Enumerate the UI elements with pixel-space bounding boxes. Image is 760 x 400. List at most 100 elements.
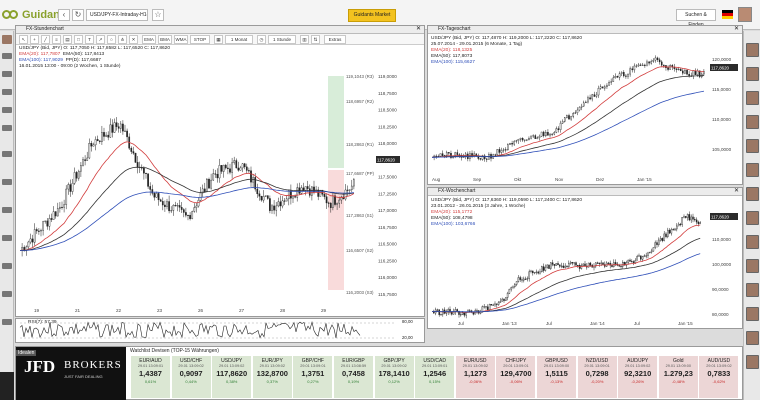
hourly-candlestick-chart[interactable]: 119,0000 118,7500 118,5000 118,2500 118,0000…	[16, 66, 424, 316]
contact-avatar[interactable]	[746, 139, 759, 153]
quote-tile[interactable]: NZD/USD 29.01 13:09:01 0,7298 -0,20%	[576, 356, 617, 398]
candle	[568, 263, 570, 267]
contact-avatar[interactable]	[746, 235, 759, 249]
user-avatar[interactable]	[738, 7, 752, 22]
quote-tile[interactable]: EUR/GBP 29.01 13:08:59 0,7458 0,19%	[333, 356, 373, 398]
candle	[629, 259, 631, 262]
briefcase-icon[interactable]	[2, 89, 12, 95]
rect-icon[interactable]: □	[74, 35, 83, 44]
candle	[528, 138, 530, 140]
contact-avatar[interactable]	[746, 211, 759, 225]
fibonacci-icon[interactable]: ▤	[63, 35, 72, 44]
stop-button[interactable]: STOP	[190, 35, 210, 44]
candle	[166, 201, 168, 207]
quote-tile[interactable]: CHF/JPY 29.01 13:09:01 129,4700 -0,06%	[495, 356, 536, 398]
close-icon[interactable]: ✕	[416, 26, 421, 33]
contact-avatar[interactable]	[746, 331, 759, 345]
candle	[281, 200, 284, 207]
clock-icon[interactable]: ◷	[257, 35, 266, 44]
wma-button[interactable]: WMA	[174, 35, 188, 44]
windows-start-icon[interactable]	[0, 372, 14, 400]
close-icon[interactable]: ✕	[734, 188, 739, 195]
compare-icon[interactable]: ⇅	[311, 35, 320, 44]
quote-tile[interactable]: EUR/AUD 29.01 13:09:01 1,4387 0,61%	[130, 356, 170, 398]
contact-avatar[interactable]	[746, 259, 759, 273]
grid-icon[interactable]	[2, 71, 12, 77]
quote-tile[interactable]: Gold 29.01 13:09:00 1.279,23 -0,48%	[657, 356, 698, 398]
star-icon[interactable]: ☆	[152, 9, 164, 21]
contact-avatar[interactable]	[746, 355, 759, 369]
screen-icon[interactable]	[2, 291, 12, 297]
quote-tile[interactable]: GBP/JPY 29.01 13:09:02 178,1410 0,12%	[373, 356, 414, 398]
url-field[interactable]: USD/JPY-FX-Intraday-H1-D-W	[86, 9, 148, 21]
arrow-icon[interactable]: ↗	[96, 35, 105, 44]
quote-tile[interactable]: GBP/USD 29.01 13:09:00 1,5115 -0,13%	[536, 356, 576, 398]
contact-avatar[interactable]	[746, 67, 759, 81]
screen-icon[interactable]	[2, 207, 12, 213]
candle	[54, 211, 57, 217]
candle	[212, 173, 215, 181]
candle	[663, 233, 665, 241]
quote-tile[interactable]: AUD/JPY 29.01 13:09:02 92,3210 -0,26%	[617, 356, 658, 398]
channel-icon[interactable]: ≡	[52, 35, 61, 44]
contact-avatar[interactable]	[746, 91, 759, 105]
cursor-icon[interactable]: ↖	[19, 35, 28, 44]
reload-icon[interactable]: ↻	[72, 9, 84, 21]
screen-icon[interactable]	[2, 151, 12, 157]
calendar-icon[interactable]: ▦	[214, 35, 223, 44]
market-button[interactable]: Guidants Market	[348, 9, 396, 22]
candle	[130, 147, 133, 152]
candle	[502, 149, 505, 151]
close-icon[interactable]: ✕	[734, 26, 739, 33]
candle	[483, 306, 485, 308]
book-icon[interactable]	[2, 107, 12, 113]
screen-icon[interactable]	[2, 235, 12, 241]
chart-type-icon[interactable]: ▥	[300, 35, 309, 44]
candle	[509, 143, 511, 145]
interval-select[interactable]: 1 Stunde	[268, 35, 296, 44]
contact-avatar[interactable]	[746, 115, 759, 129]
weekly-candlestick-chart[interactable]: 110,0000 100,0000 90,0000 80,0000 Jul Jan '13…	[428, 197, 742, 328]
gauge-icon[interactable]	[2, 125, 12, 131]
candle	[235, 160, 238, 169]
candle	[306, 186, 309, 189]
ellipse-icon[interactable]: ○	[107, 35, 116, 44]
candle	[329, 202, 332, 208]
contact-avatar[interactable]	[746, 163, 759, 177]
trendline-icon[interactable]: ╱	[41, 35, 50, 44]
quote-tile[interactable]: GBP/CHF 29.01 13:09:01 1,3751 0,27%	[292, 356, 333, 398]
search-button[interactable]: Suchen & Finden	[676, 9, 716, 28]
screen-icon[interactable]	[2, 319, 12, 325]
german-flag-icon[interactable]	[722, 10, 733, 19]
candle	[285, 198, 288, 202]
contact-avatar[interactable]	[746, 43, 759, 57]
delete-icon[interactable]: ✕	[129, 35, 138, 44]
quote-tile[interactable]: USD/JPY 29.01 13:09:02 117,8620 0,38%	[211, 356, 252, 398]
back-icon[interactable]: ‹	[58, 9, 70, 21]
crosshair-icon[interactable]: +	[30, 35, 39, 44]
pitchfork-icon[interactable]: ⋔	[118, 35, 127, 44]
bma-button[interactable]: BMA	[158, 35, 172, 44]
candle	[182, 209, 185, 213]
candle	[559, 122, 562, 130]
quote-tile[interactable]: EUR/JPY 29.01 13:09:02 132,8700 0,37%	[251, 356, 292, 398]
contact-avatar[interactable]	[746, 187, 759, 201]
contact-avatar[interactable]	[746, 307, 759, 321]
quote-tile[interactable]: USD/CHF 29.01 13:09:02 0,9097 0,44%	[170, 356, 211, 398]
screen-icon[interactable]	[2, 179, 12, 185]
text-icon[interactable]: T	[85, 35, 94, 44]
profile-icon[interactable]	[2, 35, 12, 44]
quote-tile[interactable]: AUD/USD 29.01 13:09:02 0,7833 -0,62%	[698, 356, 739, 398]
daily-candlestick-chart[interactable]: 120,0000 115,0000 110,0000 105,0000 Aug Sep Ok…	[428, 35, 742, 184]
quote-tile[interactable]: USD/CAD 29.01 13:09:01 1,2546 0,15%	[414, 356, 455, 398]
ema-button[interactable]: EMA	[142, 35, 156, 44]
extras-button[interactable]: Extras	[324, 35, 346, 44]
candle	[507, 144, 509, 151]
quote-change: -0,06%	[509, 379, 523, 384]
candle	[161, 201, 164, 206]
screen-icon[interactable]	[2, 263, 12, 269]
period-select[interactable]: 1 Monat	[225, 35, 253, 44]
quote-tile[interactable]: EUR/USD 29.01 13:09:02 1,1273 -0,06%	[454, 356, 495, 398]
contact-avatar[interactable]	[746, 283, 759, 297]
pencil-icon[interactable]	[2, 53, 12, 59]
